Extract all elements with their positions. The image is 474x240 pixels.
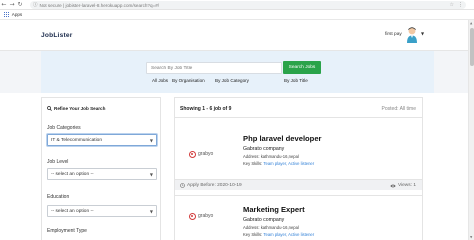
eye-icon [390, 184, 396, 187]
apps-bookmark[interactable]: Apps [12, 12, 22, 17]
apps-icon[interactable] [4, 12, 9, 17]
logo-ring-icon [189, 212, 196, 220]
filter-by-organisation[interactable]: By Organisation [172, 78, 205, 83]
job-company: Gabrato company [243, 146, 285, 152]
sidebar-title-text: Refine Your Job Search [54, 106, 106, 111]
chevron-down-icon: ▼ [149, 138, 153, 143]
logo-text: grabyo [198, 151, 214, 157]
apply-before-text: Apply Before: 2020-10-19 [187, 183, 242, 188]
filter-all-jobs[interactable]: All Jobs [152, 78, 168, 83]
url-text: Not secure | jobister-laravel-8.herokuap… [39, 2, 160, 8]
clock-icon [180, 183, 185, 188]
brand-logo[interactable]: JobLister [41, 32, 72, 39]
site-header: JobLister first pay ▼ [0, 20, 474, 51]
search-input[interactable] [146, 62, 282, 74]
sidebar-title: Refine Your Job Search [47, 106, 105, 111]
job-title[interactable]: Marketing Expert [243, 205, 305, 214]
job-categories-select[interactable]: IT & Telecommunication ▼ [47, 134, 157, 146]
scroll-down-icon[interactable]: ▼ [470, 235, 472, 239]
browser-toolbar: ← → ↻ ⓘ Not secure | jobister-laravel-8.… [0, 0, 474, 10]
job-skills: Key Skills: Team player, Active listener [243, 232, 314, 237]
job-title[interactable]: Php laravel developer [243, 134, 322, 143]
hero-section [0, 51, 474, 93]
posted-filter[interactable]: Posted: All time [382, 106, 416, 112]
filter-by-job-category[interactable]: By Job Category [215, 78, 249, 83]
skills-value: Team player, Active listener [263, 232, 315, 237]
search-icon [47, 106, 52, 111]
job-categories-value: IT & Telecommunication [51, 138, 103, 143]
education-value: -- select an option -- [51, 209, 94, 214]
skills-value: Team player, Active listener [263, 161, 315, 166]
page-scrollbar[interactable]: ▲ ▼ [468, 20, 474, 240]
job-categories-label: Job Categories [47, 125, 81, 131]
job-address: Address: kathmandu-16,nepal [243, 154, 299, 159]
user-name[interactable]: first pay [385, 32, 402, 37]
job-address: Address: kathmandu-16,nepal [243, 225, 299, 230]
skills-label: Key Skills: [243, 232, 263, 237]
filter-by-job-title[interactable]: By Job Title [284, 78, 308, 83]
search-jobs-button[interactable]: Search Jobs [283, 61, 321, 74]
chevron-down-icon: ▼ [149, 209, 153, 214]
chevron-down-icon[interactable]: ▼ [421, 31, 424, 36]
skills-label: Key Skills: [243, 161, 263, 166]
job-level-label: Job Level [47, 159, 69, 165]
job-level-value: -- select an option -- [51, 172, 94, 177]
star-icon[interactable]: ☆ [450, 2, 454, 8]
education-label: Education [47, 194, 70, 200]
address-bar[interactable]: ⓘ Not secure | jobister-laravel-8.heroku… [30, 1, 466, 9]
results-count: Showing 1 - 6 job of 9 [180, 106, 232, 112]
reload-icon[interactable]: ↻ [16, 0, 24, 10]
job-skills: Key Skills: Team player, Active listener [243, 161, 314, 166]
views-count: Views: 1 [390, 183, 416, 188]
employment-type-label: Employment Type [47, 228, 87, 234]
bookmarks-bar: Apps [0, 10, 474, 20]
scroll-up-icon[interactable]: ▲ [470, 21, 472, 25]
scroll-thumb[interactable] [470, 28, 474, 66]
job-card[interactable]: grabyo Php laravel developer Gabrato com… [175, 119, 422, 196]
results-header: Showing 1 - 6 job of 9 Posted: All time [175, 98, 422, 118]
apply-before: Apply Before: 2020-10-19 [180, 183, 242, 188]
logo-ring-icon [189, 150, 196, 158]
refine-sidebar: Refine Your Job Search Job Categories IT… [41, 97, 161, 240]
job-footer: Apply Before: 2020-10-19 Views: 1 [175, 179, 422, 190]
arrow-left-icon[interactable]: ← [0, 0, 8, 10]
arrow-right-icon[interactable]: → [8, 0, 16, 10]
info-icon[interactable]: ⓘ [33, 2, 38, 8]
views-text: Views: 1 [397, 183, 416, 188]
chevron-down-icon: ▼ [149, 172, 153, 177]
job-level-select[interactable]: -- select an option -- ▼ [47, 168, 157, 180]
company-logo: grabyo [189, 210, 219, 222]
results-panel: Showing 1 - 6 job of 9 Posted: All time … [174, 97, 423, 240]
menu-icon[interactable]: ⋮ [458, 2, 463, 8]
avatar[interactable] [406, 26, 418, 43]
job-card[interactable]: grabyo Marketing Expert Gabrato company … [175, 197, 422, 240]
job-company: Gabrato company [243, 217, 285, 223]
logo-text: grabyo [198, 213, 214, 219]
education-select[interactable]: -- select an option -- ▼ [47, 205, 157, 217]
company-logo: grabyo [189, 148, 219, 160]
